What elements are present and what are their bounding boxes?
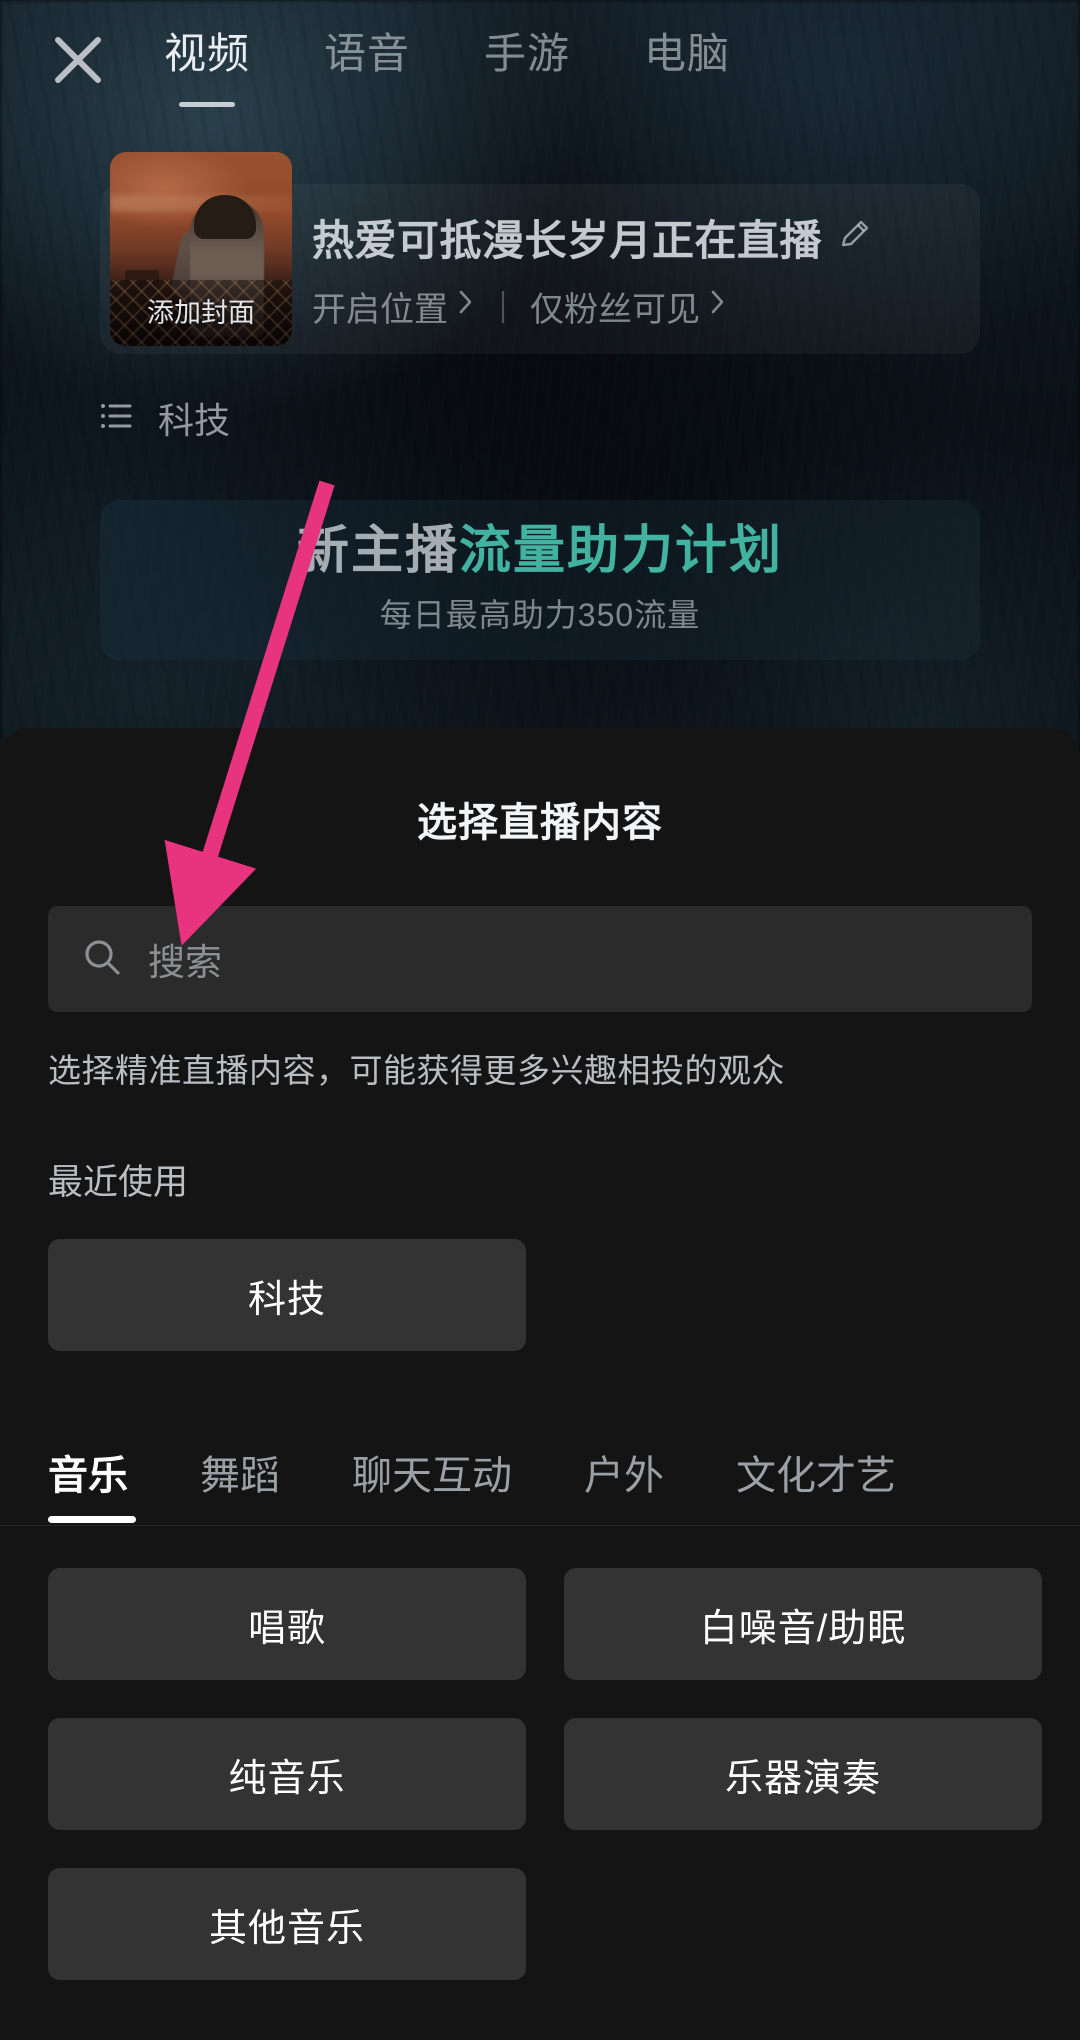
promo-subtitle: 每日最高助力350流量 — [379, 597, 701, 634]
meta-divider — [502, 290, 504, 323]
tab-pc-label: 电脑 — [644, 29, 731, 77]
selected-category-label: 科技 — [158, 400, 231, 441]
cover-label: 添加封面 — [147, 298, 255, 328]
tab-mobile-game[interactable]: 手游 — [484, 20, 570, 107]
content-item-instrument-performance[interactable]: 乐器演奏 — [564, 1718, 1042, 1830]
chevron-right-icon — [456, 287, 476, 326]
room-title-row[interactable]: 热爱可抵漫长岁月正在直播 — [312, 207, 980, 268]
recent-items-grid: 科技 — [48, 1239, 1080, 1351]
location-toggle[interactable]: 开启位置 — [312, 282, 476, 331]
search-hint: 选择精准直播内容，可能获得更多兴趣相投的观众 — [48, 1052, 785, 1089]
close-button[interactable] — [32, 14, 124, 106]
sheet-title: 选择直播内容 — [417, 801, 663, 845]
pencil-icon[interactable] — [836, 216, 874, 259]
tab-video[interactable]: 视频 — [164, 20, 250, 107]
list-icon — [100, 401, 136, 436]
category-tabs: 音乐 舞蹈 聊天互动 户外 文化才艺 — [0, 1417, 1080, 1525]
search-icon — [80, 935, 124, 984]
content-items-grid: 唱歌 白噪音/助眠 纯音乐 乐器演奏 其他音乐 — [48, 1568, 1080, 1980]
location-label: 开启位置 — [312, 291, 448, 329]
recent-item-keji[interactable]: 科技 — [48, 1239, 526, 1351]
mode-tabs: 视频 语音 手游 电脑 — [164, 14, 730, 107]
close-icon — [51, 33, 105, 87]
tab-mobile-game-label: 手游 — [484, 29, 571, 77]
recent-section-title: 最近使用 — [48, 1163, 189, 1202]
category-tab-dance[interactable]: 舞蹈 — [200, 1443, 280, 1525]
live-setup-screen: 视频 语音 手游 电脑 添加封面 热爱可抵漫长岁月正在直播 开启位置 仅粉丝可见… — [0, 0, 1080, 2040]
tab-pc[interactable]: 电脑 — [644, 20, 730, 107]
content-picker-sheet: 选择直播内容 搜索 选择精准直播内容，可能获得更多兴趣相投的观众 最近使用 科技… — [0, 728, 1080, 2040]
tab-voice[interactable]: 语音 — [324, 20, 410, 107]
promo-title: 新主播流量助力计划 — [296, 521, 784, 580]
category-tab-chat[interactable]: 聊天互动 — [352, 1443, 512, 1525]
content-item-other-music[interactable]: 其他音乐 — [48, 1868, 526, 1980]
search-placeholder: 搜索 — [148, 942, 222, 983]
promo-banner[interactable]: 新主播流量助力计划 每日最高助力350流量 — [100, 500, 980, 660]
content-item-instrumental[interactable]: 纯音乐 — [48, 1718, 526, 1830]
tabs-divider — [0, 1525, 1080, 1526]
top-bar: 视频 语音 手游 电脑 — [0, 0, 1080, 120]
search-input[interactable]: 搜索 — [48, 906, 1032, 1012]
tab-video-label: 视频 — [164, 29, 251, 77]
visibility-setting[interactable]: 仅粉丝可见 — [530, 282, 728, 331]
category-tab-culture[interactable]: 文化才艺 — [736, 1443, 896, 1525]
promo-title-plain: 新主播 — [296, 521, 459, 580]
stream-info-card: 添加封面 热爱可抵漫长岁月正在直播 开启位置 仅粉丝可见 — [100, 152, 980, 354]
cover-thumbnail[interactable]: 添加封面 — [110, 152, 292, 346]
promo-title-accent: 流量助力计划 — [459, 521, 784, 580]
visibility-label: 仅粉丝可见 — [530, 291, 700, 329]
room-title: 热爱可抵漫长岁月正在直播 — [312, 217, 823, 264]
stream-meta-row: 开启位置 仅粉丝可见 — [312, 282, 980, 331]
stream-info-details: 热爱可抵漫长岁月正在直播 开启位置 仅粉丝可见 — [312, 184, 980, 354]
selected-category-row[interactable]: 科技 — [100, 392, 230, 444]
content-item-white-noise[interactable]: 白噪音/助眠 — [564, 1568, 1042, 1680]
tab-voice-label: 语音 — [324, 29, 411, 77]
chevron-right-icon — [708, 287, 728, 326]
content-item-singing[interactable]: 唱歌 — [48, 1568, 526, 1680]
category-tab-music[interactable]: 音乐 — [48, 1443, 136, 1525]
category-tab-outdoor[interactable]: 户外 — [584, 1443, 664, 1525]
